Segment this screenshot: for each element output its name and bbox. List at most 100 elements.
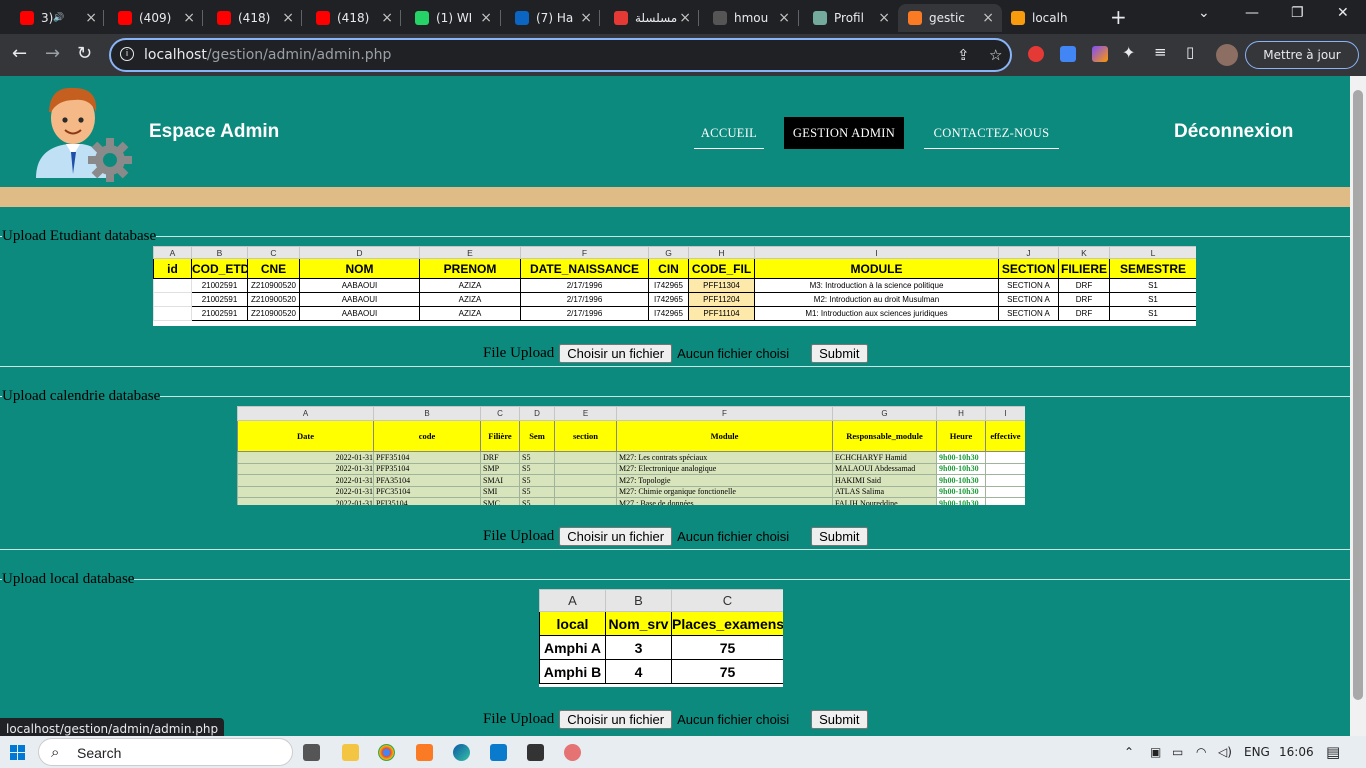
audio-playing-icon[interactable]: 🔊 — [53, 13, 64, 23]
chrome-icon[interactable] — [378, 744, 395, 761]
youtube-icon — [20, 11, 34, 25]
language-indicator[interactable]: ENG — [1244, 745, 1270, 759]
sheet-cell — [153, 306, 192, 321]
close-tab-icon[interactable]: × — [381, 10, 393, 26]
side-panel-icon[interactable]: ▯ — [1186, 43, 1194, 61]
sheet-cell: PFI35104 — [373, 497, 481, 505]
address-bar[interactable]: i localhost/gestion/admin/admin.php ⇪ ☆ — [109, 38, 1012, 72]
close-tab-icon[interactable]: × — [183, 10, 195, 26]
forward-arrow-icon[interactable]: → — [45, 43, 60, 64]
page-scrollbar[interactable] — [1350, 76, 1366, 736]
logout-link[interactable]: Déconnexion — [1174, 121, 1293, 143]
sheet-cell: AZIZA — [419, 292, 521, 307]
color-picker-extension-icon[interactable] — [1092, 46, 1108, 62]
sheet-cell: S5 — [519, 474, 555, 487]
admin-avatar-icon — [36, 87, 132, 182]
search-icon: ⌕ — [51, 743, 60, 761]
browser-tab[interactable]: localh — [1001, 4, 1096, 32]
sheet-header-cell: FILIERE — [1058, 258, 1110, 279]
sheet-cell: Z210900520 — [247, 278, 300, 293]
submit-button[interactable]: Submit — [811, 344, 868, 363]
sheet-cell: Z210900520 — [247, 292, 300, 307]
sheet-column-letter: E — [419, 246, 521, 259]
heart-icon — [614, 11, 628, 25]
browser-tab[interactable]: (409) × — [108, 4, 203, 32]
browser-tab[interactable]: (418) × — [306, 4, 401, 32]
extension-red-icon[interactable] — [1028, 46, 1044, 62]
close-tab-icon[interactable]: × — [679, 10, 691, 26]
windows-start-icon[interactable] — [10, 745, 25, 760]
tray-chevron-icon[interactable]: ⌃ — [1124, 745, 1134, 759]
choose-file-button[interactable]: Choisir un fichier — [559, 527, 673, 546]
nav-gestion-admin[interactable]: GESTION ADMIN — [784, 117, 904, 149]
nav-accueil[interactable]: ACCUEIL — [694, 117, 764, 149]
google-translate-icon[interactable] — [1060, 46, 1076, 62]
xampp-icon[interactable] — [416, 744, 433, 761]
close-tab-icon[interactable]: × — [85, 10, 97, 26]
browser-tab[interactable]: (418) × — [207, 4, 302, 32]
task-view-icon[interactable] — [303, 744, 320, 761]
tab-separator — [202, 10, 203, 26]
battery-icon[interactable]: ▭ — [1172, 745, 1183, 759]
taskbar-search-box[interactable]: ⌕ Search — [38, 738, 293, 766]
bookmark-star-icon[interactable]: ☆ — [989, 46, 1002, 64]
sheet-cell: S5 — [519, 451, 555, 464]
scrollbar-thumb[interactable] — [1353, 90, 1363, 700]
tab-search-chevron-icon[interactable]: ⌄ — [1198, 5, 1210, 21]
close-tab-icon[interactable]: × — [580, 10, 592, 26]
vscode-icon[interactable] — [490, 744, 507, 761]
wifi-icon[interactable]: ◠ — [1196, 745, 1206, 759]
tray-device-icon[interactable]: ▣ — [1150, 745, 1161, 759]
submit-button[interactable]: Submit — [811, 710, 868, 729]
browser-tab[interactable]: hmou × — [703, 4, 798, 32]
site-info-icon[interactable]: i — [120, 47, 134, 61]
media-control-icon[interactable]: ≡ — [1154, 43, 1167, 61]
sheet-cell: AZIZA — [419, 306, 521, 321]
close-tab-icon[interactable]: × — [982, 10, 994, 26]
youtube-icon — [316, 11, 330, 25]
tab-separator — [798, 10, 799, 26]
close-window-button[interactable]: ✕ — [1337, 5, 1349, 21]
nav-contactez-nous[interactable]: CONTACTEZ-NOUS — [924, 117, 1059, 149]
xampp-icon — [908, 11, 922, 25]
back-arrow-icon[interactable]: ← — [12, 43, 27, 64]
sheet-cell: I742965 — [648, 306, 689, 321]
upload-etudiant-form: File Upload Choisir un fichier Aucun fic… — [483, 344, 868, 363]
upload-etudiant-legend: Upload Etudiant database — [2, 228, 157, 244]
reload-icon[interactable]: ↻ — [77, 43, 92, 64]
browser-tab[interactable]: مسلسلة × — [604, 4, 699, 32]
close-tab-icon[interactable]: × — [778, 10, 790, 26]
maximize-button[interactable]: ❐ — [1291, 5, 1304, 21]
extensions-puzzle-icon[interactable]: ✦ — [1122, 43, 1135, 62]
close-tab-icon[interactable]: × — [878, 10, 890, 26]
submit-button[interactable]: Submit — [811, 527, 868, 546]
browser-tab[interactable]: gestic × — [898, 4, 1002, 32]
sheet-header-cell: PRENOM — [419, 258, 521, 279]
share-icon[interactable]: ⇪ — [957, 46, 970, 64]
close-tab-icon[interactable]: × — [282, 10, 294, 26]
clock-time[interactable]: 16:06 — [1279, 745, 1314, 759]
file-explorer-icon[interactable] — [342, 744, 359, 761]
sheet-cell — [985, 451, 1025, 464]
new-tab-button[interactable]: + — [1110, 5, 1127, 29]
minimize-button[interactable]: — — [1245, 5, 1259, 21]
file-upload-label: File Upload — [483, 528, 555, 544]
terminal-icon[interactable] — [527, 744, 544, 761]
volume-icon[interactable]: ◁) — [1218, 745, 1232, 759]
etudiant-sheet-image: A B C D E F G H I J K Lid COD_ETD CNE NOM PRENOM DATE_NA… — [153, 246, 1196, 326]
update-browser-button[interactable]: Mettre à jour — [1245, 41, 1359, 69]
choose-file-button[interactable]: Choisir un fichier — [559, 710, 673, 729]
close-tab-icon[interactable]: × — [480, 10, 492, 26]
browser-tab[interactable]: Profil × — [803, 4, 898, 32]
browser-tab[interactable]: 3) 🔊 × — [10, 4, 105, 32]
sheet-column-letter: L — [1109, 246, 1196, 259]
file-upload-label: File Upload — [483, 345, 555, 361]
browser-tab[interactable]: (1) WI × — [405, 4, 500, 32]
notification-icon[interactable]: ▤ — [1326, 743, 1340, 761]
browser-tab[interactable]: (7) Ha × — [505, 4, 600, 32]
app-icon[interactable] — [564, 744, 581, 761]
profile-avatar[interactable] — [1216, 44, 1238, 66]
choose-file-button[interactable]: Choisir un fichier — [559, 344, 673, 363]
tab-title: (7) Ha — [536, 11, 574, 25]
edge-icon[interactable] — [453, 744, 470, 761]
